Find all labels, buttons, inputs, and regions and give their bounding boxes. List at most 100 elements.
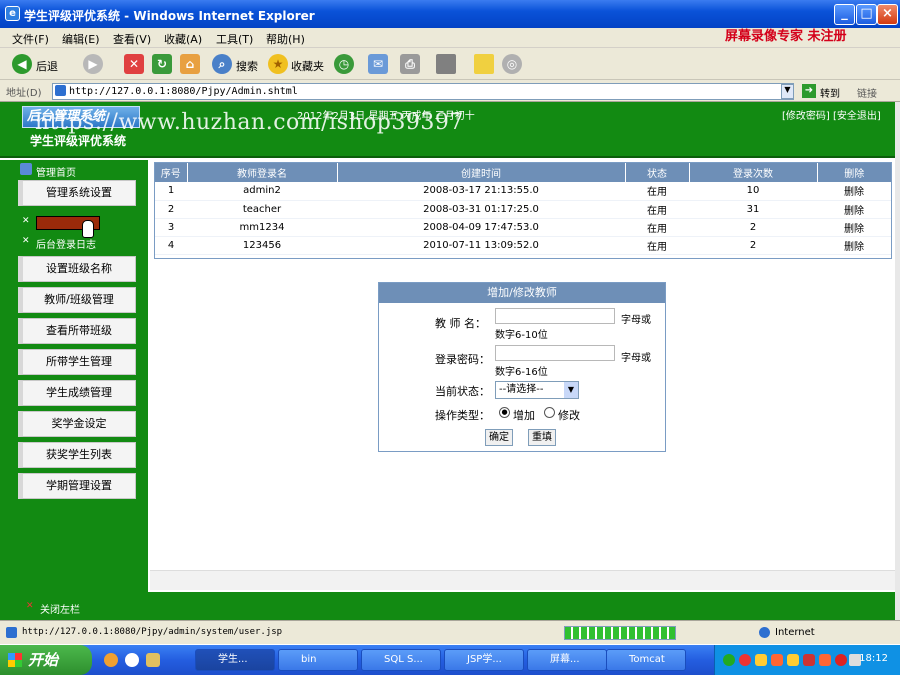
- radio-edit[interactable]: [544, 407, 555, 418]
- discuss-icon[interactable]: [474, 54, 494, 74]
- cell-login-name: mm1234: [187, 218, 337, 237]
- window-title: 学生评级评优系统 - Windows Internet Explorer: [24, 9, 315, 23]
- search-label[interactable]: 搜索: [236, 58, 258, 74]
- password-label: 登录密码：: [435, 353, 490, 366]
- radio-add[interactable]: ●: [499, 407, 510, 418]
- address-dropdown-icon[interactable]: ▼: [781, 84, 794, 99]
- vertical-scrollbar[interactable]: [895, 102, 900, 620]
- task-sql[interactable]: SQL S...: [361, 649, 441, 671]
- cell-status: 在用: [625, 182, 689, 201]
- quicklaunch-icon[interactable]: [125, 653, 139, 667]
- clock[interactable]: 18:12: [859, 653, 888, 664]
- tray-icon[interactable]: [739, 654, 751, 666]
- header-links[interactable]: [修改密码] [安全退出]: [782, 107, 881, 122]
- task-recorder[interactable]: 屏幕...: [527, 649, 607, 671]
- sidebar-item-grades[interactable]: 学生成绩管理: [18, 380, 136, 406]
- toolbar: ◀ 后退 ▶ ✕ ↻ ⌂ ⌕ 搜索 ★ 收藏夹 ◷ ✉ ⎙ ◎: [0, 48, 900, 80]
- maximize-button[interactable]: □: [856, 4, 877, 25]
- radio-edit-label[interactable]: 修改: [558, 407, 580, 423]
- quicklaunch-icon[interactable]: [104, 653, 118, 667]
- tray-icon[interactable]: [771, 654, 783, 666]
- delete-link[interactable]: 删除: [817, 218, 891, 237]
- progress-bar: [564, 626, 676, 640]
- favorites-label[interactable]: 收藏夹: [291, 58, 324, 74]
- messenger-icon[interactable]: ◎: [502, 54, 522, 74]
- chevron-down-icon[interactable]: ▼: [564, 382, 578, 398]
- table-row: 1 admin2 2008-03-17 21:13:55.0 在用 10 删除: [155, 182, 891, 201]
- task-jsp[interactable]: JSP学...: [444, 649, 524, 671]
- mail-icon[interactable]: ✉: [368, 54, 388, 74]
- password-hint-right: 字母或: [621, 353, 651, 364]
- tray-icon[interactable]: [803, 654, 815, 666]
- col-login-count: 登录次数: [689, 163, 818, 182]
- sidebar-item-class-name[interactable]: 设置班级名称: [18, 256, 136, 282]
- tray-icon[interactable]: [723, 654, 735, 666]
- print-icon[interactable]: ⎙: [400, 54, 420, 74]
- favorites-icon[interactable]: ★: [268, 54, 288, 74]
- stop-icon[interactable]: ✕: [124, 54, 144, 74]
- cell-id: 4: [155, 236, 187, 255]
- teacher-name-input[interactable]: [495, 308, 615, 324]
- cell-login-name: teacher: [187, 200, 337, 219]
- sidebar-item-students[interactable]: 所带学生管理: [18, 349, 136, 375]
- teacher-name-label: 教 师 名：: [435, 317, 486, 330]
- menu-edit[interactable]: 编辑(E): [62, 31, 100, 47]
- close-sidebar-link[interactable]: 关闭左栏: [40, 601, 80, 616]
- home-icon[interactable]: ⌂: [180, 54, 200, 74]
- history-icon[interactable]: ◷: [334, 54, 354, 74]
- menu-file[interactable]: 文件(F): [12, 31, 49, 47]
- sidebar-item-award-list[interactable]: 获奖学生列表: [18, 442, 136, 468]
- task-tomcat[interactable]: Tomcat: [606, 649, 686, 671]
- sidebar-item-system-settings[interactable]: 管理系统设置: [18, 180, 136, 206]
- menu-view[interactable]: 查看(V): [113, 31, 151, 47]
- address-input[interactable]: http://127.0.0.1:8080/Pjpy/Admin.shtml: [52, 83, 794, 100]
- teacher-form: 增加/修改教师 教 师 名： 字母或 数字6-10位 登录密码： 字母或 数字6…: [378, 282, 666, 452]
- sidebar-item-teacher-class[interactable]: 教师/班级管理: [18, 287, 136, 313]
- go-button[interactable]: 转到: [820, 85, 840, 100]
- reset-button[interactable]: 重填: [528, 429, 556, 446]
- tray-icon[interactable]: [787, 654, 799, 666]
- go-icon[interactable]: ➜: [802, 84, 816, 98]
- status-select[interactable]: --请选择-- ▼: [495, 381, 579, 399]
- sidebar-item-semester[interactable]: 学期管理设置: [18, 473, 136, 499]
- sidebar: 管理首页 管理系统设置 ✕ ✕ 后台登录日志 设置班级名称 教师/班级管理 查看…: [0, 160, 148, 592]
- search-icon[interactable]: ⌕: [212, 54, 232, 74]
- taskbar: 开始 学生... bin SQL S... JSP学... 屏幕... Tomc…: [0, 645, 900, 675]
- confirm-button[interactable]: 确定: [485, 429, 513, 446]
- cell-login-count: 2: [689, 218, 817, 237]
- links-label[interactable]: 链接: [857, 85, 877, 100]
- close-sidebar-icon[interactable]: ✕: [26, 601, 34, 611]
- sidebar-home[interactable]: 管理首页: [36, 164, 76, 179]
- bullet-icon: ✕: [22, 216, 30, 226]
- sidebar-item-view-classes[interactable]: 查看所带班级: [18, 318, 136, 344]
- minimize-button[interactable]: _: [834, 4, 855, 25]
- menu-help[interactable]: 帮助(H): [266, 31, 305, 47]
- zone-label: Internet: [775, 627, 815, 638]
- password-input[interactable]: [495, 345, 615, 361]
- menu-tools[interactable]: 工具(T): [216, 31, 253, 47]
- address-label: 地址(D): [6, 88, 42, 99]
- task-ie[interactable]: 学生...: [195, 649, 275, 671]
- task-bin[interactable]: bin: [278, 649, 358, 671]
- delete-link[interactable]: 删除: [817, 182, 891, 201]
- recorder-watermark: 屏幕录像专家 未注册: [725, 29, 847, 44]
- tray-icon[interactable]: [835, 654, 847, 666]
- col-created: 创建时间: [337, 163, 626, 182]
- tray-icon[interactable]: [819, 654, 831, 666]
- delete-link[interactable]: 删除: [817, 200, 891, 219]
- quicklaunch-icon[interactable]: [146, 653, 160, 667]
- back-icon[interactable]: ◀: [12, 54, 32, 74]
- radio-add-label[interactable]: 增加: [513, 407, 535, 423]
- status-select-value: --请选择--: [499, 384, 544, 395]
- close-button[interactable]: ×: [877, 4, 898, 25]
- sidebar-item-scholarship[interactable]: 奖学金设定: [18, 411, 136, 437]
- tray-icon[interactable]: [755, 654, 767, 666]
- edit-icon[interactable]: [436, 54, 456, 74]
- sidebar-login-log[interactable]: 后台登录日志: [36, 236, 96, 251]
- refresh-icon[interactable]: ↻: [152, 54, 172, 74]
- delete-link[interactable]: 删除: [817, 236, 891, 255]
- horizontal-scrollbar[interactable]: [150, 570, 895, 590]
- forward-icon[interactable]: ▶: [83, 54, 103, 74]
- back-label[interactable]: 后退: [36, 58, 58, 74]
- menu-favorites[interactable]: 收藏(A): [164, 31, 202, 47]
